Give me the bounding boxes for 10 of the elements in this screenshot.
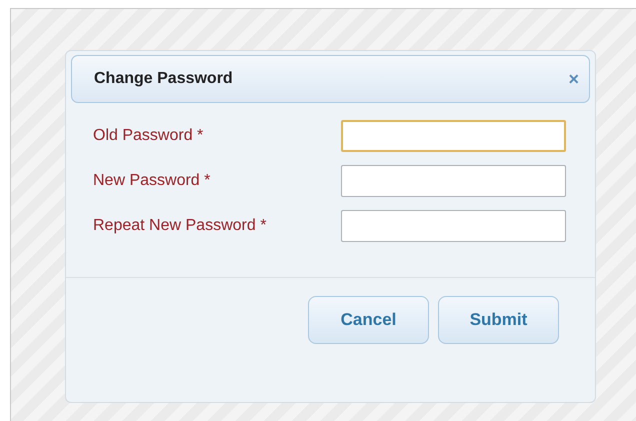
dialog-title: Change Password [94, 69, 233, 89]
password-field[interactable] [341, 165, 566, 197]
close-icon[interactable]: × [568, 70, 579, 88]
password-field[interactable] [341, 210, 566, 242]
submit-button[interactable]: Submit [438, 296, 559, 344]
password-field[interactable] [341, 120, 566, 152]
cancel-button[interactable]: Cancel [308, 296, 429, 344]
field-label: New Password * [93, 171, 210, 191]
field-label: Repeat New Password * [93, 216, 266, 236]
field-label: Old Password * [93, 126, 204, 146]
